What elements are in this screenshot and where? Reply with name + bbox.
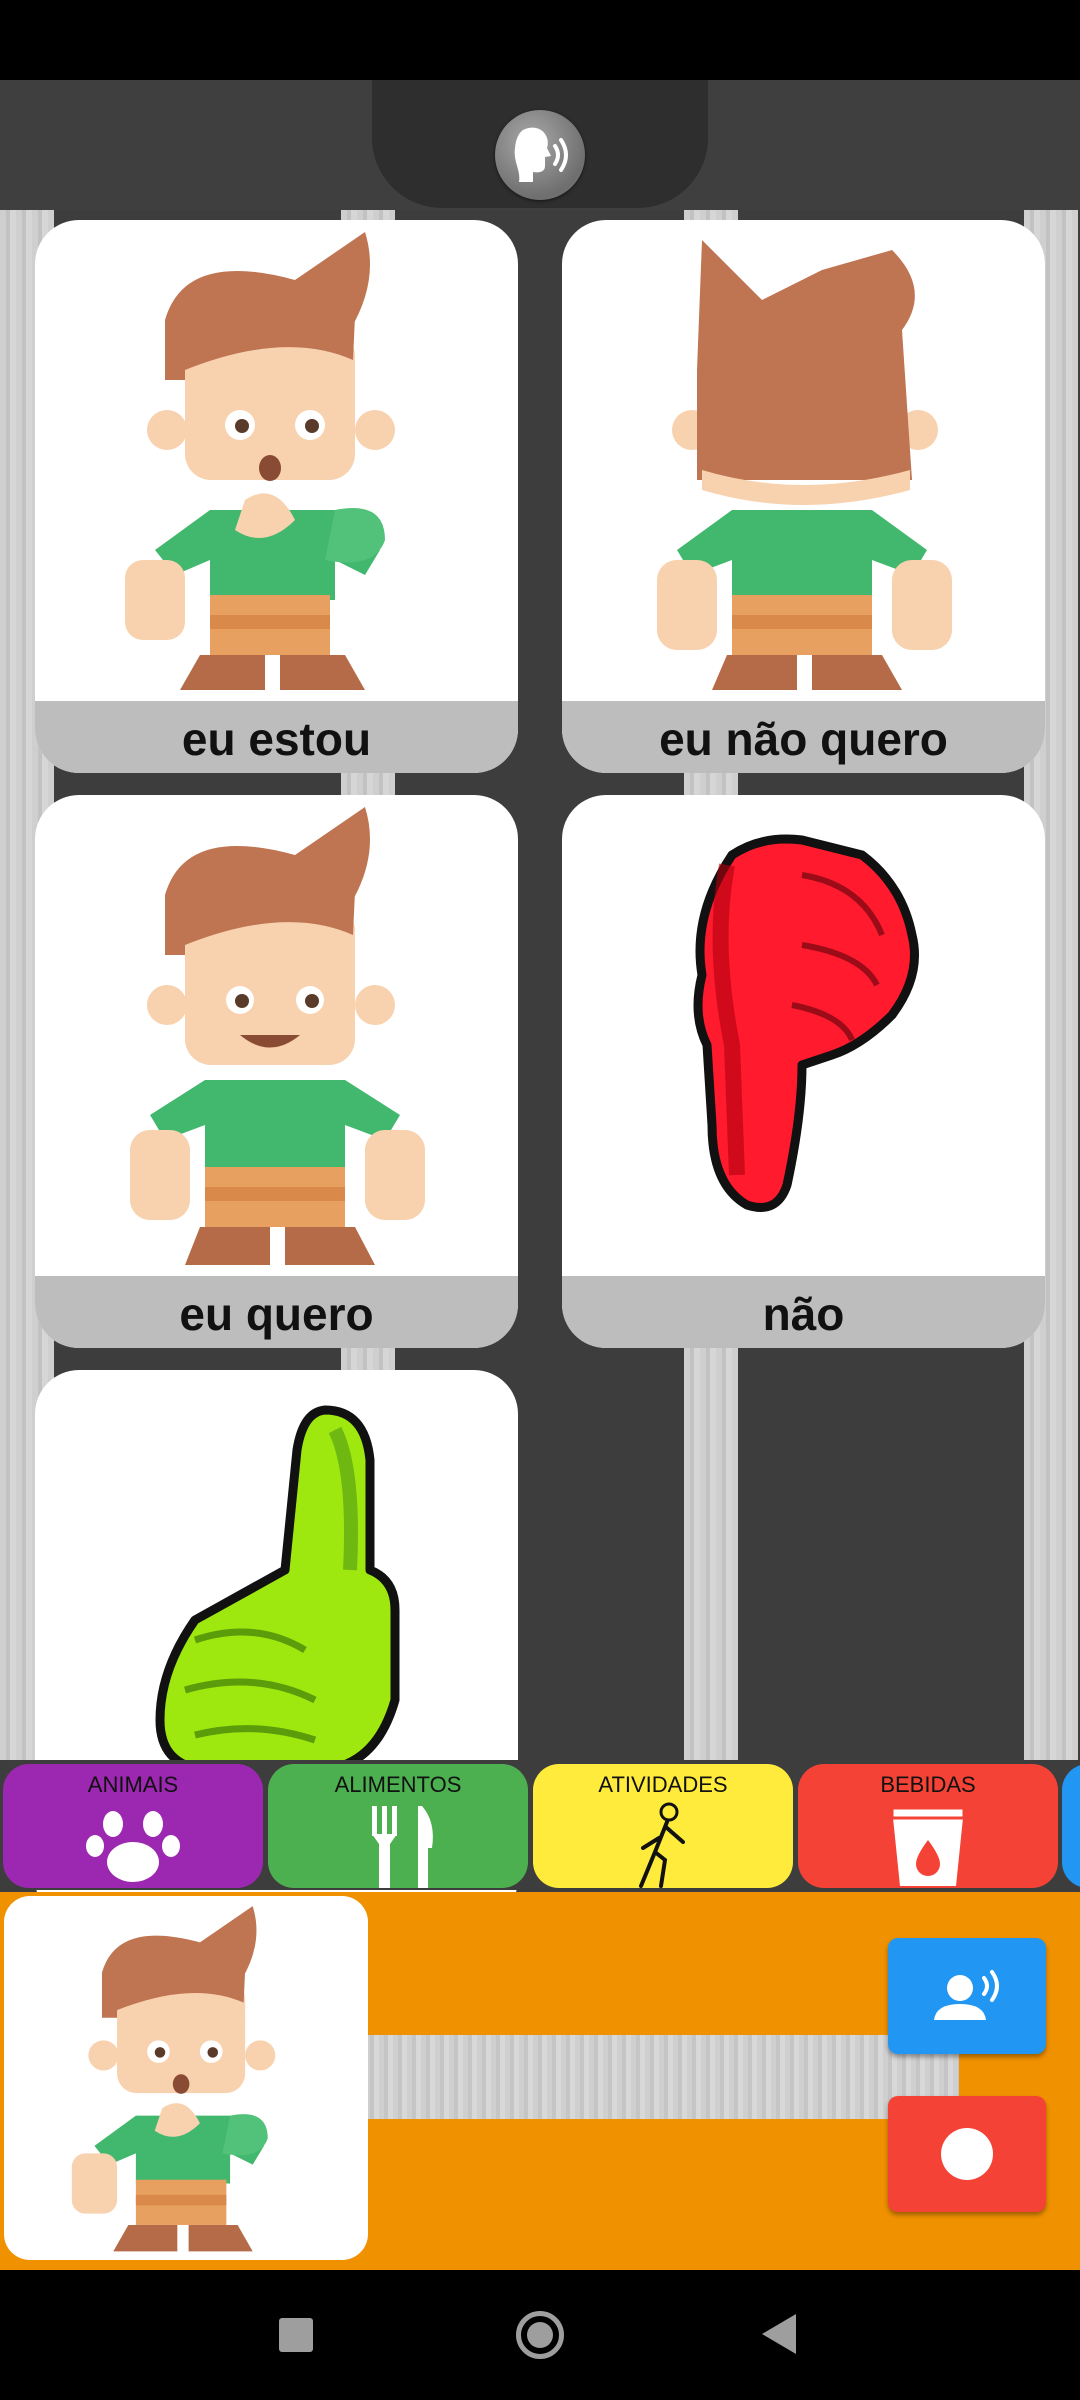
category-label: ATIVIDADES <box>598 1772 728 1797</box>
sentence-tray <box>0 1892 1080 2270</box>
symbol-card-eu-estou[interactable]: eu estou <box>35 220 518 773</box>
recent-apps-button[interactable] <box>279 2318 313 2352</box>
card-label: eu quero <box>35 1276 518 1348</box>
category-animais[interactable]: ANIMAIS <box>3 1764 263 1888</box>
selected-symbol[interactable] <box>4 1896 368 2260</box>
cup-icon <box>890 1806 966 1886</box>
boy-smiling-icon <box>130 807 425 1265</box>
walking-person-icon <box>639 1802 685 1888</box>
speak-mode-button[interactable] <box>495 110 585 200</box>
record-button[interactable] <box>888 2096 1046 2212</box>
paw-icon <box>86 1811 180 1882</box>
category-label: BEBIDAS <box>880 1772 976 1797</box>
symbol-card-eu-nao-quero[interactable]: eu não quero <box>562 220 1045 773</box>
category-label: ANIMAIS <box>87 1772 179 1797</box>
speaking-head-icon <box>514 127 568 182</box>
category-bar: ANIMAIS ALIMENTOS ATIVIDADES BEBIDAS <box>0 1760 1080 1890</box>
boy-back-icon <box>657 240 952 690</box>
category-atividades[interactable]: ATIVIDADES <box>533 1764 793 1888</box>
symbol-card-nao[interactable]: não <box>562 795 1045 1348</box>
speak-sentence-button[interactable] <box>888 1938 1046 2054</box>
category-next-partial[interactable] <box>1062 1764 1080 1888</box>
record-icon <box>941 2128 993 2180</box>
category-bebidas[interactable]: BEBIDAS <box>798 1764 1058 1888</box>
boy-thinking-icon <box>71 1906 276 2252</box>
card-label: não <box>562 1276 1045 1348</box>
tray-stripe <box>365 2035 959 2119</box>
thumbs-down-icon <box>693 834 919 1212</box>
voice-person-icon <box>934 1970 999 2020</box>
category-alimentos[interactable]: ALIMENTOS <box>268 1764 528 1888</box>
status-bar <box>0 0 1080 80</box>
app-screen: eu estou eu não quero eu quero não ANIMA… <box>0 80 1080 2270</box>
card-label: eu estou <box>35 701 518 773</box>
top-bar <box>0 80 1080 210</box>
symbol-card-eu-quero[interactable]: eu quero <box>35 795 518 1348</box>
category-label: ALIMENTOS <box>334 1772 462 1797</box>
boy-thinking-icon <box>125 232 395 690</box>
card-label: eu não quero <box>562 701 1045 773</box>
fork-knife-icon <box>372 1806 433 1888</box>
back-button[interactable] <box>762 2314 796 2354</box>
home-button[interactable] <box>516 2311 564 2359</box>
